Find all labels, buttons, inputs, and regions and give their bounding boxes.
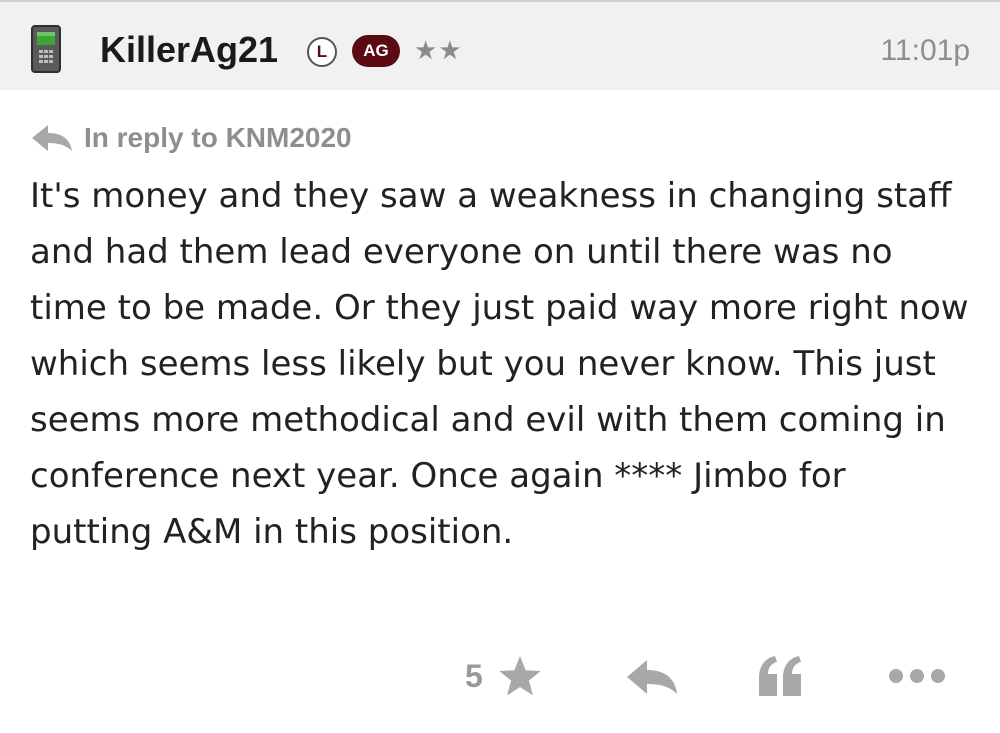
in-reply-to-link[interactable]: In reply to KNM2020 (30, 120, 352, 156)
reply-arrow-icon (32, 125, 72, 151)
author-username[interactable]: KillerAg21 (100, 28, 278, 72)
post-timestamp: 11:01p (880, 34, 970, 67)
in-reply-to-text: In reply to KNM2020 (84, 122, 352, 153)
more-dots-icon[interactable] (888, 668, 946, 684)
like-count: 5 (465, 658, 483, 694)
post-body: It's money and they saw a weakness in ch… (30, 176, 969, 552)
post-action-bar: 5 (0, 650, 1000, 700)
rank-stars-icon: ★★ (414, 36, 463, 66)
post-header: KillerAg21 L AG ★★ 11:01p (0, 0, 1000, 90)
phone-avatar-icon[interactable] (30, 24, 62, 74)
quote-icon[interactable] (757, 654, 803, 698)
license-badge: L (307, 37, 337, 67)
reply-arrow-icon[interactable] (625, 658, 679, 696)
team-badge: AG (352, 35, 400, 67)
star-icon[interactable] (497, 654, 543, 698)
